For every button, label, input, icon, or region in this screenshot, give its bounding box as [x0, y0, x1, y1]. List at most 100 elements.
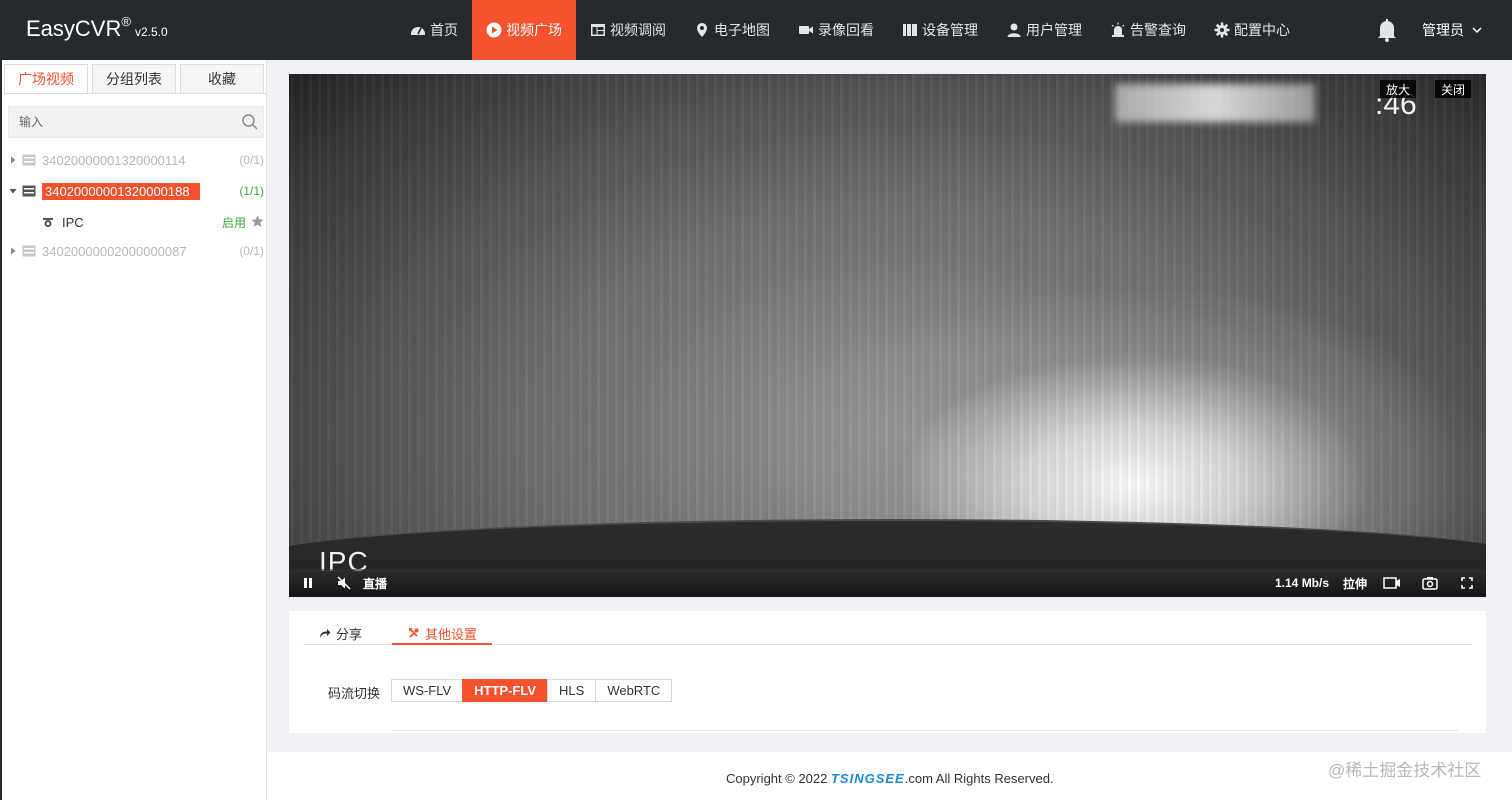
stream-option-http-flv[interactable]: HTTP-FLV — [462, 679, 549, 702]
grid-layout-icon — [591, 24, 605, 36]
osd-timestamp-blurred — [1115, 84, 1315, 122]
tree-device-row[interactable]: 34020000002000000087 (0/1) — [8, 240, 264, 262]
stream-switch-label: 码流切换 — [328, 686, 381, 701]
fullscreen-icon — [1461, 577, 1473, 589]
mute-button[interactable] — [336, 575, 352, 591]
nav-item-playback[interactable]: 录像回看 — [784, 0, 888, 60]
search-icon[interactable] — [241, 113, 259, 131]
nav-item-alarm-query[interactable]: 告警查询 — [1096, 0, 1200, 60]
nav-item-video-browse[interactable]: 视频调阅 — [576, 0, 680, 60]
device-id-label: 34020000002000000087 — [42, 243, 187, 259]
brand-version: v2.5.0 — [134, 25, 168, 39]
tree-device-row[interactable]: 34020000001320000114 (0/1) — [8, 149, 264, 171]
top-navbar: EasyCVR®v2.5.0 首页 视频广场 视频调阅 电子地图 录像回看 设备… — [0, 0, 1512, 60]
nav-item-emap[interactable]: 电子地图 — [680, 0, 784, 60]
nav-label: 电子地图 — [714, 22, 770, 38]
alarm-icon — [1111, 22, 1125, 37]
brand-logo[interactable]: EasyCVR®v2.5.0 — [26, 14, 168, 42]
panel-divider — [392, 730, 1458, 731]
video-settings-panel: 分享 其他设置 码流切换 WS-FLV HTTP-FLV HLS WebRTC — [289, 611, 1486, 733]
stream-option-ws-flv[interactable]: WS-FLV — [391, 679, 464, 702]
device-channel-count: (0/1) — [239, 244, 264, 258]
fullscreen-button[interactable] — [1461, 575, 1473, 591]
tab-favorites[interactable]: 收藏 — [180, 64, 264, 94]
watermark: @稀土掘金技术社区 — [1328, 761, 1482, 780]
device-id-label: 34020000001320000114 — [42, 152, 186, 168]
nav-item-user-management[interactable]: 用户管理 — [992, 0, 1096, 60]
live-label: 直播 — [363, 576, 388, 591]
bitrate-readout: 1.14 Mb/s — [1275, 576, 1330, 590]
enlarge-button[interactable]: 放大 — [1380, 80, 1417, 98]
nvr-device-icon — [22, 154, 36, 166]
nav-label: 告警查询 — [1130, 22, 1186, 38]
page-footer: Copyright © 2022 TSINGSEE.com All Rights… — [267, 752, 1512, 800]
nvr-device-icon — [22, 245, 36, 257]
copyright-text: Copyright © 2022 TSINGSEE.com All Rights… — [726, 771, 1054, 786]
user-menu-label: 管理员 — [1422, 22, 1464, 38]
main-nav: 首页 视频广场 视频调阅 电子地图 录像回看 设备管理 用户管理 告警查询 配置… — [396, 0, 1304, 60]
copyright-prefix: Copyright © 2022 — [726, 771, 831, 786]
tab-label: 其他设置 — [425, 626, 478, 642]
nav-item-home[interactable]: 首页 — [396, 0, 472, 60]
search-input[interactable] — [9, 107, 229, 137]
share-icon — [320, 629, 331, 638]
gear-icon — [1214, 22, 1230, 38]
caret-down-icon[interactable] — [8, 186, 18, 196]
device-channel-count: (0/1) — [239, 153, 264, 167]
video-player[interactable]: :46 IPC 放大 关闭 直播 1.14 Mb/s 拉伸 — [289, 74, 1486, 597]
nav-item-video-square[interactable]: 视频广场 — [472, 0, 576, 60]
sidebar-tabs: 广场视频 分组列表 收藏 — [4, 64, 268, 94]
caret-right-icon[interactable] — [8, 155, 18, 165]
nav-label: 配置中心 — [1234, 22, 1290, 38]
chevron-down-icon — [1472, 27, 1482, 34]
map-marker-icon — [697, 23, 707, 37]
nav-item-device-management[interactable]: 设备管理 — [888, 0, 992, 60]
device-sidebar: 广场视频 分组列表 收藏 34020000001320000114 (0/1) … — [0, 60, 267, 800]
tab-group-list[interactable]: 分组列表 — [92, 64, 176, 94]
snapshot-button[interactable] — [1422, 575, 1438, 591]
play-circle-icon — [486, 22, 502, 38]
nav-label: 设备管理 — [922, 22, 978, 38]
tree-device-row-selected[interactable]: 34020000001320000188 (1/1) — [8, 180, 264, 202]
nav-label: 用户管理 — [1026, 22, 1082, 38]
nav-label: 视频调阅 — [610, 22, 666, 38]
tab-square-videos[interactable]: 广场视频 — [4, 64, 88, 94]
device-channel-count: (1/1) — [239, 184, 264, 198]
camera-snapshot-icon — [1422, 577, 1438, 590]
stretch-button[interactable]: 拉伸 — [1343, 575, 1367, 591]
record-video-icon — [1383, 577, 1400, 589]
channel-status: 启用 — [221, 215, 246, 230]
pause-icon — [304, 578, 312, 588]
nav-label: 录像回看 — [818, 22, 874, 38]
tab-share[interactable]: 分享 — [319, 621, 362, 645]
stream-option-hls[interactable]: HLS — [547, 679, 597, 702]
device-icon — [903, 24, 917, 36]
device-search — [8, 106, 264, 138]
notification-bell-icon[interactable] — [1376, 18, 1398, 42]
channel-name: IPC — [62, 214, 84, 230]
device-id-label: 34020000001320000188 — [42, 182, 200, 200]
caret-right-icon[interactable] — [8, 246, 18, 256]
user-menu[interactable]: 管理员 — [1422, 20, 1482, 40]
tsingsee-logo[interactable]: TSINGSEE — [831, 771, 905, 786]
tools-icon — [409, 628, 419, 638]
stream-protocol-selector: WS-FLV HTTP-FLV HLS WebRTC — [391, 679, 673, 702]
record-button[interactable] — [1383, 575, 1401, 591]
nav-label: 首页 — [430, 22, 458, 38]
pause-button[interactable] — [302, 575, 314, 591]
nav-label: 视频广场 — [506, 22, 562, 38]
tab-other-settings[interactable]: 其他设置 — [408, 621, 477, 645]
active-tab-indicator — [392, 643, 492, 645]
nvr-device-icon — [22, 185, 36, 197]
volume-muted-icon — [337, 576, 351, 590]
close-video-button[interactable]: 关闭 — [1435, 80, 1472, 98]
camera-icon — [43, 218, 53, 227]
tree-channel-row[interactable]: IPC 启用 — [42, 212, 264, 232]
player-control-bar: 直播 1.14 Mb/s 拉伸 — [289, 569, 1486, 597]
tab-label: 分享 — [336, 626, 363, 642]
stream-option-webrtc[interactable]: WebRTC — [595, 679, 673, 702]
star-icon[interactable] — [251, 215, 264, 228]
brand-registered-mark: ® — [121, 14, 131, 29]
nav-item-config-center[interactable]: 配置中心 — [1200, 0, 1304, 60]
brand-name: EasyCVR — [26, 16, 122, 41]
